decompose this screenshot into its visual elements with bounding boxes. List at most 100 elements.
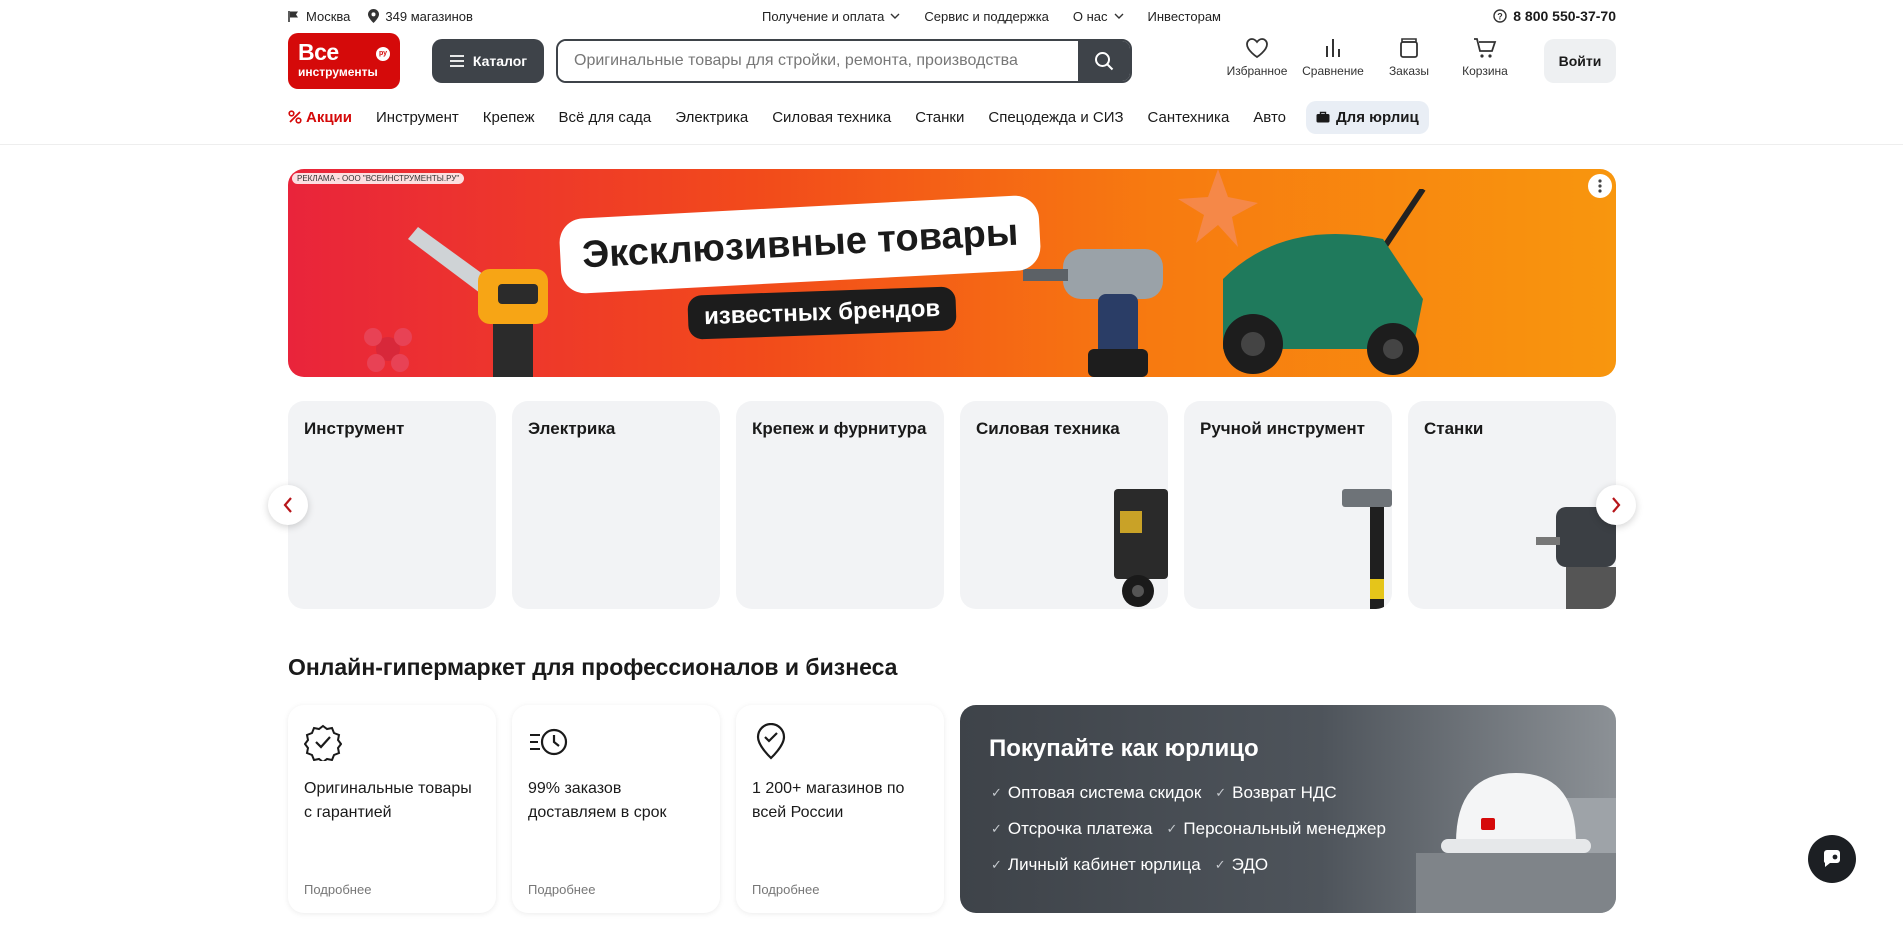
nav-item[interactable]: Спецодежда и СИЗ [988, 109, 1123, 126]
drill-image [1023, 249, 1163, 377]
nav-item[interactable]: Станки [915, 109, 964, 126]
topbar-link-label: О нас [1072, 8, 1108, 24]
menu-icon [449, 55, 464, 67]
svg-text:?: ? [1497, 12, 1503, 22]
nav-item[interactable]: Сантехника [1148, 109, 1230, 126]
logo-badge: ру [376, 47, 390, 61]
benefit-item: ✓ Возврат НДС [1215, 783, 1336, 803]
orders-icon [1400, 38, 1418, 58]
catalog-button[interactable]: Каталог [432, 39, 544, 83]
check-icon: ✓ [991, 785, 1002, 800]
briefcase-icon [1316, 111, 1330, 123]
feature-more-link[interactable]: Подробнее [752, 882, 819, 897]
more-options-button[interactable] [1588, 174, 1612, 198]
nav-item-business[interactable]: Для юрлиц [1306, 100, 1429, 134]
phone-number: 8 800 550-37-70 [1513, 8, 1616, 24]
login-button[interactable]: Войти [1544, 39, 1616, 83]
benefit-label: ЭДО [1231, 855, 1269, 874]
city-selector[interactable]: Москва [288, 9, 350, 24]
section-title: Онлайн-гипермаркет для профессионалов и … [288, 654, 898, 680]
feature-text: 99% заказов доставляем в срок [528, 780, 667, 821]
compare-button[interactable]: Сравнение [1295, 37, 1371, 78]
search-button[interactable] [1078, 41, 1130, 81]
city-label: Москва [306, 8, 351, 24]
category-card[interactable]: Крепеж и фурнитура [736, 401, 944, 609]
carousel-prev-button[interactable] [268, 485, 308, 525]
category-nav: Акции Инструмент Крепеж Всё для сада Эле… [288, 100, 1616, 134]
nav-item-promo[interactable]: Акции [288, 109, 352, 126]
category-card[interactable]: Силовая техника [960, 401, 1168, 609]
topbar-link-investors[interactable]: Инвесторам [1148, 9, 1221, 24]
benefit-item: ✓ Отсрочка платежа [991, 819, 1153, 839]
category-card[interactable]: Станки [1408, 401, 1616, 609]
chat-button[interactable] [1808, 835, 1856, 883]
nav-item[interactable]: Всё для сада [559, 109, 652, 126]
compare-label: Сравнение [1302, 64, 1364, 78]
heart-icon [1246, 38, 1268, 59]
topbar-link-about[interactable]: О нас [1073, 9, 1124, 24]
carousel-next-button[interactable] [1596, 485, 1636, 525]
feature-more-link[interactable]: Подробнее [304, 882, 371, 897]
category-card[interactable]: Инструмент [288, 401, 496, 609]
search-icon [1095, 52, 1114, 71]
phone-link[interactable]: ? 8 800 550-37-70 [1493, 8, 1616, 24]
catalog-label: Каталог [472, 53, 528, 69]
topbar-link-label: Инвесторам [1147, 8, 1221, 24]
flag-icon [288, 10, 298, 22]
star-decoration [1178, 169, 1258, 247]
benefit-label: Возврат НДС [1232, 783, 1337, 802]
nav-item[interactable]: Электрика [675, 109, 748, 126]
search-input[interactable] [558, 41, 1078, 81]
favorites-button[interactable]: Избранное [1219, 37, 1295, 78]
chevron-down-icon [890, 13, 900, 19]
business-card-title: Покупайте как юрлицо [989, 735, 1259, 762]
cart-label: Корзина [1462, 64, 1508, 78]
business-benefits-row: ✓ Отсрочка платежа ✓ Персональный менеджер [991, 819, 1386, 839]
fast-clock-icon [530, 728, 568, 756]
benefit-label: Персональный менеджер [1183, 819, 1386, 838]
search-bar [556, 39, 1132, 83]
check-icon: ✓ [1215, 785, 1227, 800]
category-title: Станки [1424, 419, 1484, 438]
nav-item[interactable]: Силовая техника [772, 109, 891, 126]
feature-card[interactable]: 99% заказов доставляем в срок Подробнее [512, 705, 720, 913]
benefit-label: Оптовая система скидок [1007, 783, 1202, 802]
chat-icon [1823, 850, 1840, 867]
flower-decoration [364, 328, 412, 372]
business-benefits-row: ✓ Оптовая система скидок ✓ Возврат НДС [991, 783, 1337, 803]
nav-item[interactable]: Крепеж [483, 109, 535, 126]
banner-title: Эксклюзивные товары [558, 194, 1043, 295]
check-icon: ✓ [1214, 857, 1226, 872]
nav-promo-label: Акции [306, 108, 353, 126]
nav-item[interactable]: Инструмент [376, 109, 459, 126]
chevron-right-icon [1612, 497, 1621, 513]
cart-icon [1474, 38, 1497, 58]
nav-business-label: Для юрлиц [1336, 108, 1419, 126]
category-card[interactable]: Электрика [512, 401, 720, 609]
top-bar: Москва 349 магазинов Получение и оплата … [288, 0, 1616, 32]
orders-button[interactable]: Заказы [1371, 37, 1447, 78]
business-promo-card[interactable]: Покупайте как юрлицо ✓ Оптовая система ск… [960, 705, 1616, 913]
logo-line2: инструменты [298, 65, 378, 79]
feature-card[interactable]: Оригинальные товары с гарантией Подробне… [288, 705, 496, 913]
cart-button[interactable]: Корзина [1447, 37, 1523, 78]
feature-more-link[interactable]: Подробнее [528, 882, 595, 897]
topbar-link-service[interactable]: Сервис и поддержка [924, 9, 1049, 24]
topbar-link-delivery[interactable]: Получение и оплата [762, 9, 900, 24]
category-card[interactable]: Ручной инструмент [1184, 401, 1392, 609]
feature-text: 1 200+ магазинов по всей России [752, 780, 905, 821]
check-icon: ✓ [991, 821, 1002, 836]
category-title: Электрика [528, 419, 616, 438]
feature-card[interactable]: 1 200+ магазинов по всей России Подробне… [736, 705, 944, 913]
nav-item[interactable]: Авто [1253, 109, 1286, 126]
hammer-image [1342, 489, 1392, 609]
ad-label: РЕКЛАМА - ООО "ВСЕИНСТРУМЕНТЫ.РУ" [292, 173, 465, 184]
banner-subtitle: известных брендов [687, 286, 957, 340]
category-title: Крепеж и фурнитура [752, 419, 927, 438]
favorites-label: Избранное [1226, 64, 1288, 78]
promo-banner[interactable]: РЕКЛАМА - ООО "ВСЕИНСТРУМЕНТЫ.РУ" Эксклю… [288, 169, 1616, 377]
business-benefits-row: ✓ Личный кабинет юрлица ✓ ЭДО [991, 855, 1268, 875]
help-circle-icon: ? [1493, 9, 1507, 23]
stores-link[interactable]: 349 магазинов [368, 9, 473, 24]
logo[interactable]: Все инструменты ру [288, 33, 400, 89]
